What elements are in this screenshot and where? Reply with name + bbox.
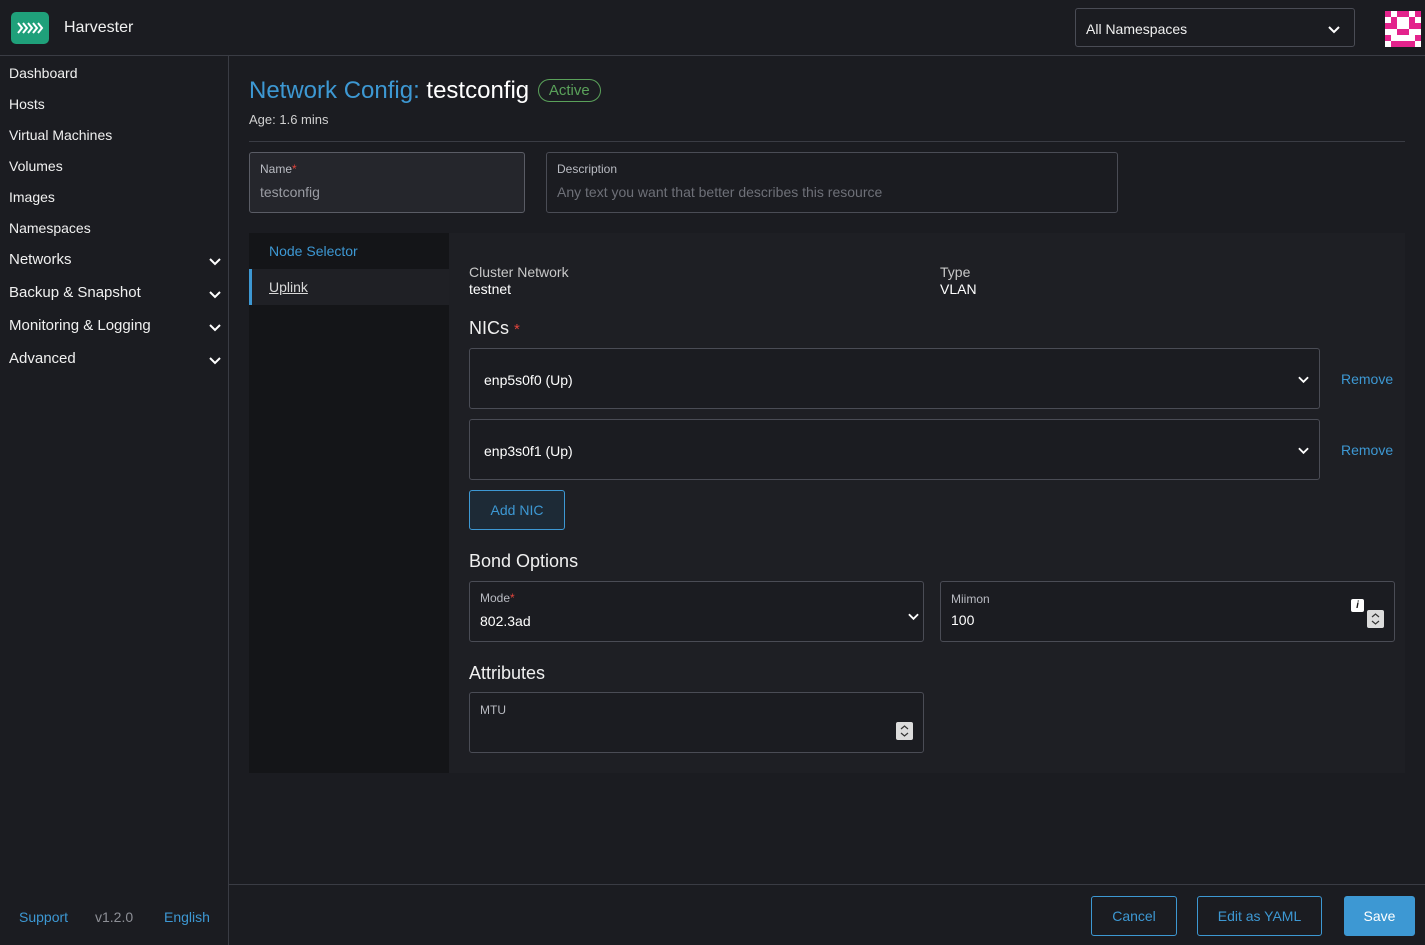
- uplink-tab-content: Cluster Network testnet Type VLAN NICs *…: [449, 233, 1405, 773]
- remove-nic-button[interactable]: Remove: [1341, 371, 1393, 387]
- edit-as-yaml-button[interactable]: Edit as YAML: [1197, 896, 1322, 936]
- mode-select[interactable]: Mode* 802.3ad: [469, 581, 924, 642]
- mtu-label: MTU: [480, 703, 506, 717]
- miimon-field[interactable]: Miimon 100 i: [940, 581, 1395, 642]
- app-title: Harvester: [64, 19, 134, 36]
- number-stepper-icon[interactable]: [896, 722, 913, 740]
- mode-label-text: Mode: [480, 591, 511, 605]
- resource-name: testconfig: [426, 77, 530, 104]
- sidebar: Dashboard Hosts Virtual Machines Volumes…: [0, 56, 229, 945]
- action-footer: Cancel Edit as YAML Save: [229, 884, 1425, 945]
- type-value: VLAN: [940, 281, 977, 297]
- required-mark: *: [292, 162, 297, 176]
- tab-label: Uplink: [269, 279, 308, 295]
- mode-field-label: Mode*: [480, 591, 515, 605]
- status-badge: Active: [537, 79, 601, 102]
- chevron-down-icon: [908, 608, 919, 624]
- sidebar-item-label: Networks: [9, 251, 72, 268]
- page-title: Network Config: testconfig Active: [249, 77, 601, 105]
- name-value: testconfig: [260, 184, 320, 200]
- miimon-value: 100: [951, 612, 975, 628]
- mode-value: 802.3ad: [480, 613, 531, 629]
- number-stepper-icon[interactable]: [1367, 610, 1384, 628]
- description-field[interactable]: Description Any text you want that bette…: [546, 152, 1118, 213]
- description-placeholder: Any text you want that better describes …: [557, 184, 883, 200]
- attributes-heading: Attributes: [469, 663, 546, 683]
- name-field[interactable]: Name* testconfig: [249, 152, 525, 213]
- language-select[interactable]: English: [164, 909, 210, 925]
- chevron-down-icon: [209, 319, 221, 336]
- sidebar-item-dashboard[interactable]: Dashboard: [9, 65, 221, 81]
- cluster-network-value: testnet: [469, 281, 512, 297]
- tab-node-selector[interactable]: Node Selector: [249, 233, 449, 269]
- chevron-down-icon: [209, 352, 221, 369]
- sidebar-item-namespaces[interactable]: Namespaces: [9, 220, 221, 236]
- sidebar-item-backup-snapshot[interactable]: Backup & Snapshot: [9, 284, 221, 301]
- namespace-select[interactable]: All Namespaces: [1075, 8, 1355, 47]
- user-avatar[interactable]: [1385, 11, 1421, 47]
- info-icon[interactable]: i: [1351, 599, 1364, 612]
- tabbed-panel: Node Selector Uplink Cluster Network tes…: [249, 233, 1405, 773]
- chevron-down-icon: [1298, 371, 1309, 387]
- sidebar-item-monitoring-logging[interactable]: Monitoring & Logging: [9, 317, 221, 334]
- required-mark: *: [510, 591, 515, 605]
- sidebar-item-label: Advanced: [9, 350, 76, 367]
- age-label: Age: 1.6 mins: [249, 112, 329, 127]
- sidebar-item-label: Backup & Snapshot: [9, 284, 141, 301]
- remove-nic-button[interactable]: Remove: [1341, 442, 1393, 458]
- side-tabs: Node Selector Uplink: [249, 233, 449, 773]
- type-label: Type: [940, 264, 971, 280]
- bond-options-heading: Bond Options: [469, 551, 579, 571]
- sidebar-item-label: Dashboard: [9, 65, 78, 81]
- sidebar-item-images[interactable]: Images: [9, 189, 221, 205]
- mtu-field[interactable]: MTU: [469, 692, 924, 753]
- divider: [249, 141, 1405, 142]
- namespace-select-value: All Namespaces: [1086, 21, 1188, 37]
- chevron-down-icon: [1328, 21, 1340, 37]
- sidebar-item-virtual-machines[interactable]: Virtual Machines: [9, 127, 221, 143]
- sidebar-item-label: Virtual Machines: [9, 127, 113, 143]
- resource-kind-link[interactable]: Network Config:: [249, 77, 420, 104]
- main-content: Network Config: testconfig Active Age: 1…: [229, 56, 1425, 885]
- nic-select-1[interactable]: enp5s0f0 (Up): [469, 348, 1320, 409]
- chevron-down-icon: [209, 253, 221, 270]
- nic-select-2[interactable]: enp3s0f1 (Up): [469, 419, 1320, 480]
- nic-select-value: enp3s0f1 (Up): [484, 443, 573, 459]
- nic-select-value: enp5s0f0 (Up): [484, 372, 573, 388]
- nics-heading: NICs *: [469, 318, 520, 339]
- support-link[interactable]: Support: [19, 909, 68, 925]
- sidebar-item-advanced[interactable]: Advanced: [9, 350, 221, 367]
- name-field-label: Name*: [260, 162, 297, 176]
- miimon-label: Miimon: [951, 592, 990, 606]
- required-mark: *: [514, 321, 520, 338]
- cancel-button[interactable]: Cancel: [1091, 896, 1177, 936]
- sidebar-item-label: Volumes: [9, 158, 63, 174]
- tab-label: Node Selector: [269, 243, 358, 259]
- tab-uplink[interactable]: Uplink: [249, 269, 449, 305]
- sidebar-item-networks[interactable]: Networks: [9, 251, 221, 268]
- chevron-down-icon: [209, 286, 221, 303]
- sidebar-item-label: Images: [9, 189, 55, 205]
- add-nic-button[interactable]: Add NIC: [469, 490, 565, 530]
- chevron-down-icon: [1298, 442, 1309, 458]
- harvester-logo-icon[interactable]: [11, 12, 49, 44]
- sidebar-item-label: Namespaces: [9, 220, 91, 236]
- cluster-network-label: Cluster Network: [469, 264, 569, 280]
- sidebar-item-hosts[interactable]: Hosts: [9, 96, 221, 112]
- save-button[interactable]: Save: [1344, 896, 1415, 936]
- top-bar: Harvester All Namespaces: [0, 0, 1425, 56]
- name-label-text: Name: [260, 162, 293, 176]
- nics-heading-text: NICs: [469, 318, 509, 338]
- description-label: Description: [557, 162, 618, 176]
- sidebar-item-label: Hosts: [9, 96, 45, 112]
- sidebar-item-volumes[interactable]: Volumes: [9, 158, 221, 174]
- sidebar-item-label: Monitoring & Logging: [9, 317, 151, 334]
- version-label: v1.2.0: [95, 909, 134, 925]
